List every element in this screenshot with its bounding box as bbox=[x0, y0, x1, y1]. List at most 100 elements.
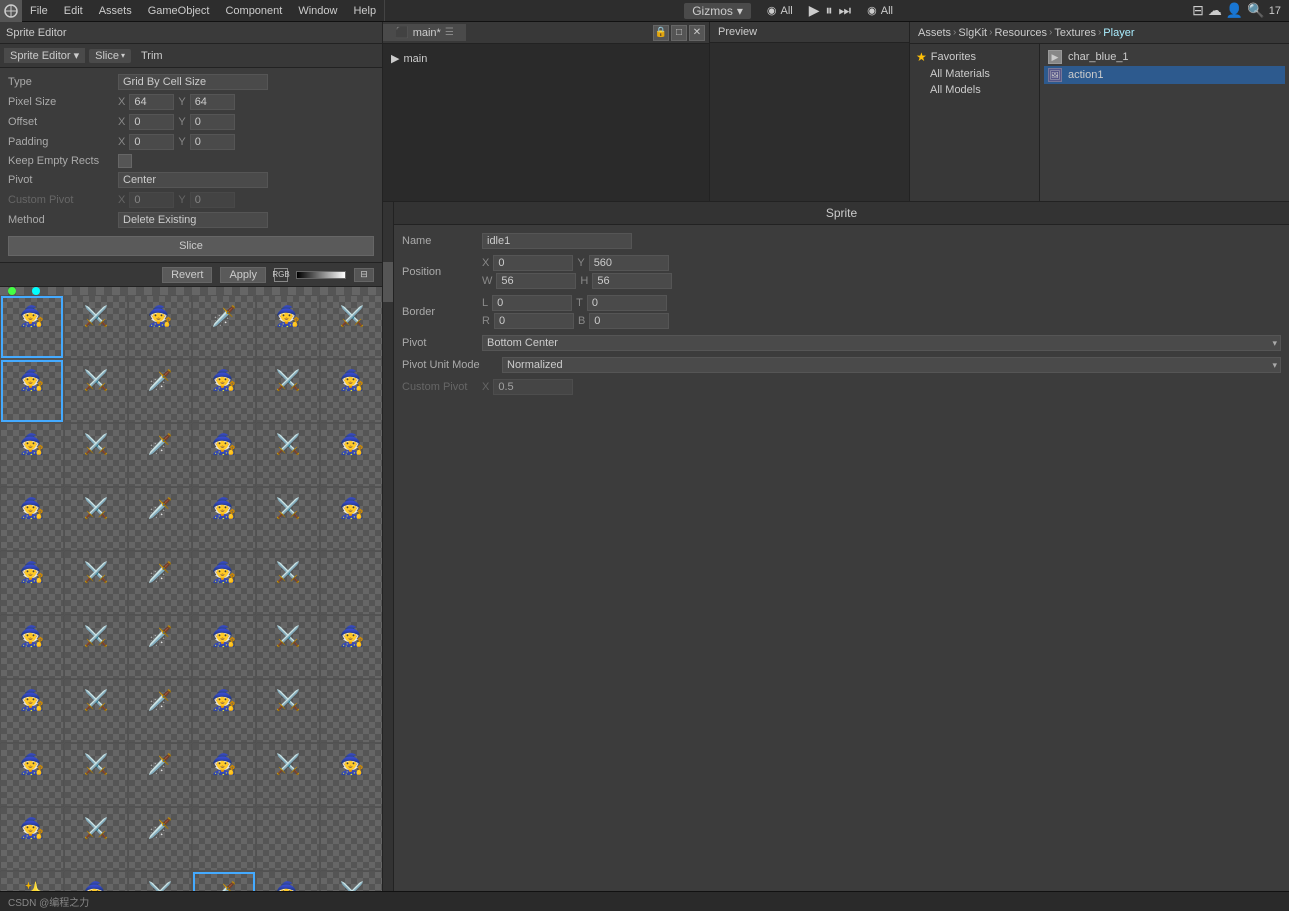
sprite-canvas[interactable]: Revert Apply RGB ⊟ bbox=[0, 263, 382, 891]
sprite-cell-2-5[interactable]: 🧙 bbox=[320, 423, 382, 487]
sprite-cell-0-4[interactable]: 🧙 bbox=[256, 295, 320, 359]
sprite-cell-8-0[interactable]: 🧙 bbox=[0, 807, 64, 871]
revert-button[interactable]: Revert bbox=[162, 267, 212, 283]
insp-h-input[interactable] bbox=[592, 273, 672, 289]
pixel-size-y-input[interactable] bbox=[190, 94, 235, 110]
favorites-item[interactable]: ★ Favorites bbox=[910, 48, 1039, 66]
sprite-cell-8-4[interactable] bbox=[256, 807, 320, 871]
sprite-cell-4-5[interactable] bbox=[320, 551, 382, 615]
sprite-cell-6-2[interactable]: 🗡️ bbox=[128, 679, 192, 743]
menu-component[interactable]: Component bbox=[217, 0, 290, 21]
sprite-cell-7-1[interactable]: ⚔️ bbox=[64, 743, 128, 807]
sprite-cell-4-2[interactable]: 🗡️ bbox=[128, 551, 192, 615]
sprite-cell-9-4[interactable]: 🧙 bbox=[256, 871, 320, 891]
sprite-cell-4-4[interactable]: ⚔️ bbox=[256, 551, 320, 615]
menu-assets[interactable]: Assets bbox=[91, 0, 140, 21]
sprite-cell-5-4[interactable]: ⚔️ bbox=[256, 615, 320, 679]
scene-lock-btn[interactable]: 🔒 bbox=[653, 25, 669, 41]
scene-close-btn[interactable]: ✕ bbox=[689, 25, 705, 41]
sprite-cell-8-3[interactable] bbox=[192, 807, 256, 871]
menu-edit[interactable]: Edit bbox=[56, 0, 91, 21]
menu-help[interactable]: Help bbox=[345, 0, 384, 21]
sprite-cell-8-5[interactable] bbox=[320, 807, 382, 871]
sprite-cell-7-2[interactable]: 🗡️ bbox=[128, 743, 192, 807]
play-btn[interactable]: ▶ bbox=[809, 2, 820, 19]
account-icon[interactable]: 👤 bbox=[1226, 2, 1243, 19]
sprite-cell-1-1[interactable]: ⚔️ bbox=[64, 359, 128, 423]
insp-cx-input[interactable] bbox=[493, 379, 573, 395]
sprite-cell-1-3[interactable]: 🧙 bbox=[192, 359, 256, 423]
sprite-cell-0-0[interactable]: 🧙 bbox=[0, 295, 64, 359]
layers-icon[interactable]: ⊟ bbox=[1192, 2, 1204, 19]
sprite-cell-5-3[interactable]: 🧙 bbox=[192, 615, 256, 679]
alpha-slider[interactable] bbox=[296, 271, 346, 279]
sprite-cell-6-0[interactable]: 🧙 bbox=[0, 679, 64, 743]
all-models-item[interactable]: All Models bbox=[910, 82, 1039, 98]
offset-y-input[interactable] bbox=[190, 114, 235, 130]
insp-y-input[interactable] bbox=[589, 255, 669, 271]
step-btn[interactable]: ⏭ bbox=[839, 2, 852, 19]
sprite-cell-3-0[interactable]: 🧙 bbox=[0, 487, 64, 551]
cloud-icon[interactable]: ☁ bbox=[1208, 2, 1222, 19]
padding-y-input[interactable] bbox=[190, 134, 235, 150]
insp-name-input[interactable] bbox=[482, 233, 632, 249]
padding-x-input[interactable] bbox=[129, 134, 174, 150]
insp-w-input[interactable] bbox=[496, 273, 576, 289]
se-editor-dropdown[interactable]: Sprite Editor ▾ bbox=[4, 48, 85, 63]
sprite-cell-4-3[interactable]: 🧙 bbox=[192, 551, 256, 615]
search-icon[interactable]: 🔍 bbox=[1247, 2, 1264, 19]
sprite-cell-7-0[interactable]: 🧙 bbox=[0, 743, 64, 807]
sprite-cell-3-4[interactable]: ⚔️ bbox=[256, 487, 320, 551]
asset-char-blue-item[interactable]: ▶ char_blue_1 bbox=[1044, 48, 1285, 66]
pause-btn[interactable]: ⏸ bbox=[826, 2, 833, 19]
offset-x-input[interactable] bbox=[129, 114, 174, 130]
gizmos-group[interactable]: Gizmos ▾ bbox=[684, 3, 751, 19]
sprite-cell-7-3[interactable]: 🧙 bbox=[192, 743, 256, 807]
all-materials-item[interactable]: All Materials bbox=[910, 66, 1039, 82]
sprite-cell-4-0[interactable]: 🧙 bbox=[0, 551, 64, 615]
sprite-cell-0-2[interactable]: 🧙 bbox=[128, 295, 192, 359]
slice-button[interactable]: Slice bbox=[8, 236, 374, 256]
keep-empty-checkbox[interactable] bbox=[118, 154, 132, 168]
scene-tab[interactable]: ⬛ main* ☰ bbox=[383, 24, 466, 41]
insp-x-input[interactable] bbox=[493, 255, 573, 271]
sprite-cell-0-1[interactable]: ⚔️ bbox=[64, 295, 128, 359]
method-select[interactable]: Delete Existing Smart Safe bbox=[118, 212, 268, 228]
apply-button[interactable]: Apply bbox=[220, 267, 266, 283]
sprite-cell-5-5[interactable]: 🧙 bbox=[320, 615, 382, 679]
tab-trim[interactable]: Trim bbox=[135, 49, 169, 63]
sprite-cell-6-3[interactable]: 🧙 bbox=[192, 679, 256, 743]
sprite-cell-2-1[interactable]: ⚔️ bbox=[64, 423, 128, 487]
scroll-thumb[interactable] bbox=[383, 262, 393, 302]
sprite-cell-1-5[interactable]: 🧙 bbox=[320, 359, 382, 423]
sprite-cell-9-0[interactable]: ✨ bbox=[0, 871, 64, 891]
sprite-cell-7-4[interactable]: ⚔️ bbox=[256, 743, 320, 807]
insp-pivot-mode-select[interactable]: Normalized Pixels bbox=[502, 357, 1281, 373]
sprite-cell-3-2[interactable]: 🗡️ bbox=[128, 487, 192, 551]
sprite-cell-8-1[interactable]: ⚔️ bbox=[64, 807, 128, 871]
tab-slice[interactable]: Slice ▾ bbox=[89, 49, 131, 63]
scene-tab-menu[interactable]: ☰ bbox=[445, 27, 454, 38]
type-select[interactable]: Grid By Cell Size Automatic Grid By Cell… bbox=[118, 74, 268, 90]
menu-gameobject[interactable]: GameObject bbox=[140, 0, 218, 21]
sprite-cell-3-1[interactable]: ⚔️ bbox=[64, 487, 128, 551]
sprite-cell-1-4[interactable]: ⚔️ bbox=[256, 359, 320, 423]
pixel-size-x-input[interactable] bbox=[129, 94, 174, 110]
insp-pivot-select[interactable]: Bottom Center Center Top Custom bbox=[482, 335, 1281, 351]
channel-btn[interactable]: ⊟ bbox=[354, 268, 374, 282]
asset-action1-item[interactable]: 🖼 action1 bbox=[1044, 66, 1285, 84]
sprite-cell-1-2[interactable]: 🗡️ bbox=[128, 359, 192, 423]
insp-l-input[interactable] bbox=[492, 295, 572, 311]
menu-window[interactable]: Window bbox=[290, 0, 345, 21]
sprite-cell-5-2[interactable]: 🗡️ bbox=[128, 615, 192, 679]
sprite-cell-2-0[interactable]: 🧙 bbox=[0, 423, 64, 487]
sprite-cell-2-3[interactable]: 🧙 bbox=[192, 423, 256, 487]
sprite-cell-1-0[interactable]: 🧙 bbox=[0, 359, 64, 423]
sprite-cell-5-1[interactable]: ⚔️ bbox=[64, 615, 128, 679]
pivot-select[interactable]: Center Top Bottom bbox=[118, 172, 268, 188]
sprite-cell-6-5[interactable] bbox=[320, 679, 382, 743]
sprite-cell-9-2[interactable]: ⚔️ bbox=[128, 871, 192, 891]
scene-maximize-btn[interactable]: □ bbox=[671, 25, 687, 41]
menu-file[interactable]: File bbox=[22, 0, 56, 21]
sprite-cell-8-2[interactable]: 🗡️ bbox=[128, 807, 192, 871]
